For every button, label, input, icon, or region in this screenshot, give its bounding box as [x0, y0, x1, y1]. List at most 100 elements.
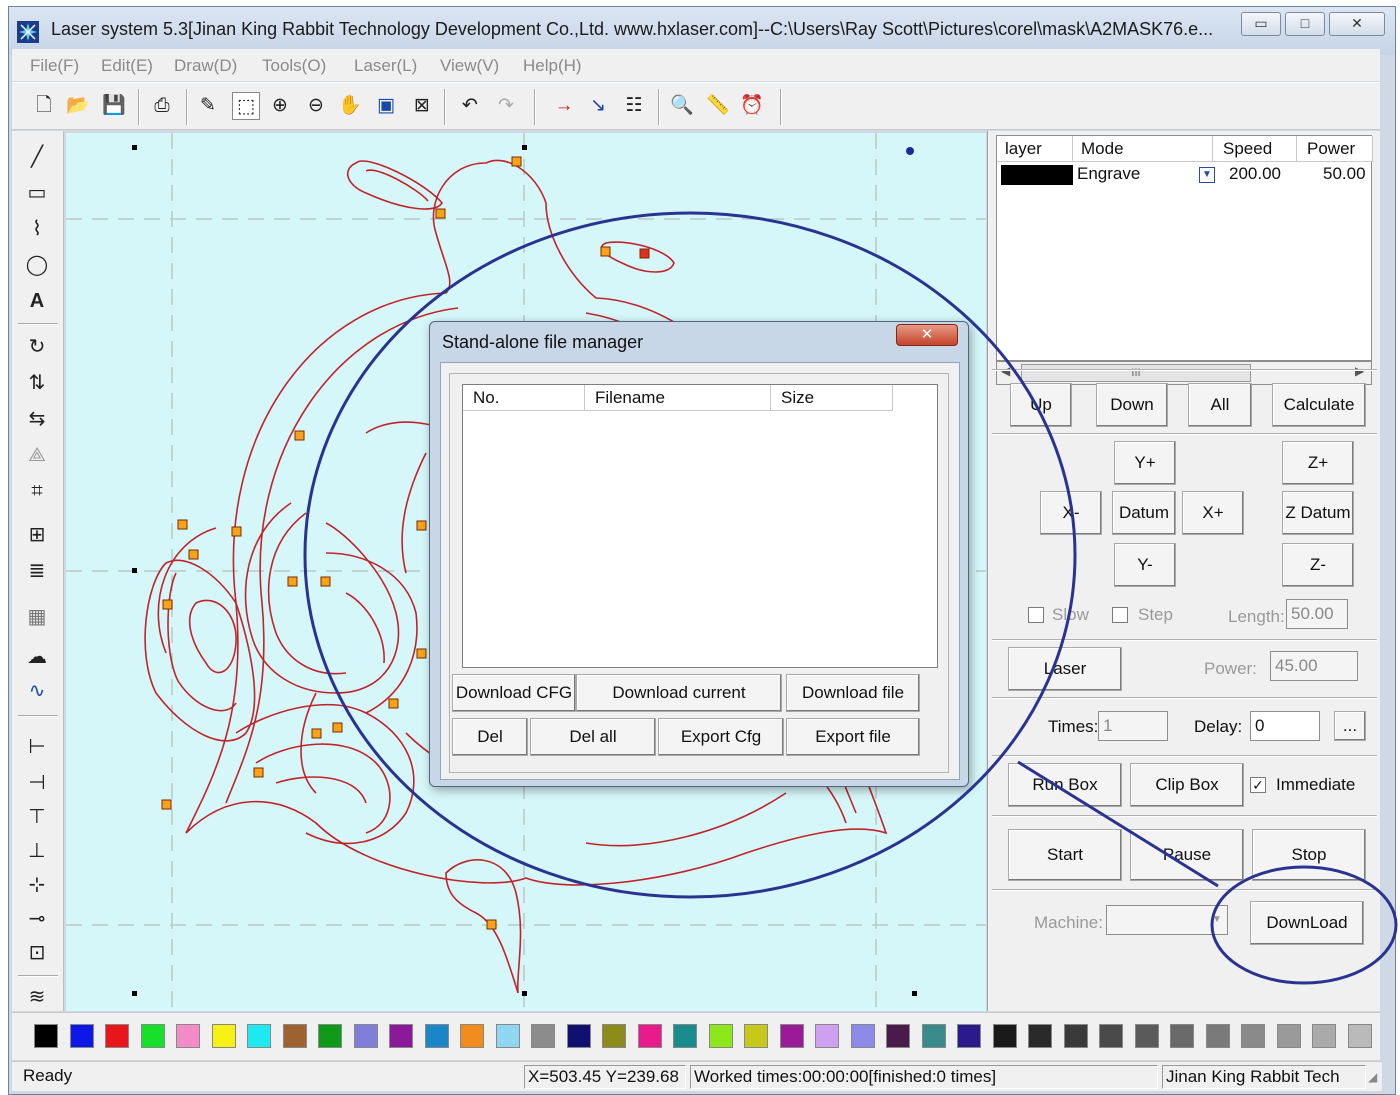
import-icon[interactable]: ⎙ [148, 92, 176, 120]
ellipse-tool-icon[interactable]: ◯ [22, 251, 52, 279]
align-text-icon[interactable]: ≣ [22, 557, 52, 585]
color-swatch[interactable] [211, 1024, 236, 1048]
menu-help[interactable]: Help(H) [523, 56, 582, 76]
minimize-button[interactable]: ▭ [1241, 12, 1281, 36]
menu-view[interactable]: View(V) [440, 56, 499, 76]
mirror-horizontal-icon[interactable]: ⇆ [22, 405, 52, 433]
delay-more-button[interactable]: ... [1334, 711, 1366, 741]
speed-column-header[interactable]: Speed [1213, 136, 1297, 162]
color-swatch[interactable] [176, 1024, 200, 1048]
file-list[interactable]: No. Filename Size [462, 384, 938, 668]
color-swatch[interactable] [247, 1024, 271, 1048]
color-swatch[interactable] [105, 1024, 129, 1048]
calculate-button[interactable]: Calculate [1272, 383, 1366, 427]
color-swatch[interactable] [566, 1024, 591, 1048]
ruler-icon[interactable]: 📏 [704, 92, 732, 120]
power-input[interactable]: 45.00 [1270, 651, 1358, 681]
node-edit-icon[interactable]: ⟁ [22, 441, 52, 469]
color-swatch[interactable] [957, 1024, 981, 1048]
center-horizontal-icon[interactable]: ⊸ [22, 905, 52, 933]
color-swatch[interactable] [1241, 1024, 1265, 1048]
color-swatch[interactable] [1312, 1024, 1336, 1048]
x-plus-button[interactable]: X+ [1182, 491, 1244, 535]
layer-row[interactable]: Engrave ▼ 200.00 50.00 [997, 163, 1373, 187]
stop-button[interactable]: Stop [1252, 829, 1366, 881]
scroll-right-icon[interactable]: ▶ [1355, 364, 1364, 378]
rotate-icon[interactable]: ↻ [22, 333, 52, 361]
layer-column-header[interactable]: layer [997, 136, 1073, 162]
download-current-button[interactable]: Download current [576, 674, 782, 712]
color-swatch[interactable] [886, 1024, 910, 1048]
color-swatch[interactable] [637, 1024, 662, 1048]
color-swatch[interactable] [495, 1024, 520, 1048]
color-swatch[interactable] [1347, 1024, 1372, 1048]
x-minus-button[interactable]: X- [1040, 491, 1102, 535]
center-vertical-icon[interactable]: ⊹ [22, 871, 52, 899]
color-swatch[interactable] [708, 1024, 733, 1048]
resize-grip-icon[interactable]: ◢ [1368, 1070, 1377, 1084]
color-swatch[interactable] [921, 1024, 946, 1048]
menu-tools[interactable]: Tools(O) [262, 56, 326, 76]
immediate-checkbox[interactable]: ✓ [1250, 777, 1266, 793]
color-swatch[interactable] [353, 1024, 378, 1048]
color-swatch[interactable] [1205, 1024, 1230, 1048]
step-checkbox[interactable] [1112, 607, 1128, 623]
color-swatch[interactable] [282, 1024, 307, 1048]
y-minus-button[interactable]: Y- [1114, 543, 1176, 587]
export-file-button[interactable]: Export file [786, 718, 920, 756]
no-column-header[interactable]: No. [463, 385, 585, 411]
align-bottom-icon[interactable]: ⊥ [22, 837, 52, 865]
zoom-fit-icon[interactable]: ⊠ [408, 92, 436, 120]
align-left-icon[interactable]: ⊢ [22, 733, 52, 761]
layer-table[interactable]: layer Mode Speed Power Engrave ▼ 200.00 … [996, 135, 1373, 361]
color-swatch[interactable] [1276, 1024, 1301, 1048]
undo-icon[interactable]: ↶ [456, 92, 484, 120]
mode-column-header[interactable]: Mode [1073, 136, 1213, 162]
run-box-button[interactable]: Run Box [1008, 763, 1122, 807]
color-swatch[interactable] [779, 1024, 804, 1048]
color-swatch[interactable] [34, 1024, 58, 1048]
crop-icon[interactable]: ⌗ [22, 477, 52, 505]
power-column-header[interactable]: Power [1297, 136, 1373, 162]
color-swatch[interactable] [69, 1024, 94, 1048]
pause-button[interactable]: Pause [1130, 829, 1244, 881]
z-plus-button[interactable]: Z+ [1282, 441, 1354, 485]
curve-icon[interactable]: ∿ [22, 677, 52, 705]
layer-up-button[interactable]: Up [1010, 383, 1072, 427]
mode-dropdown-icon[interactable]: ▼ [1199, 167, 1215, 183]
fill-icon[interactable]: ▦ [22, 603, 52, 631]
preview-icon[interactable]: 🔍 [668, 92, 696, 120]
text-tool-icon[interactable]: A [22, 287, 52, 315]
datum-button[interactable]: Datum [1112, 491, 1176, 535]
zoom-in-icon[interactable]: ⊕ [266, 92, 294, 120]
laser-direction-icon[interactable]: → [550, 92, 578, 120]
color-swatch[interactable] [850, 1024, 875, 1048]
color-swatch[interactable] [744, 1024, 768, 1048]
color-swatch[interactable] [1099, 1024, 1123, 1048]
cloud-icon[interactable]: ☁ [22, 643, 52, 671]
color-swatch[interactable] [1028, 1024, 1052, 1048]
save-icon[interactable]: 💾 [100, 92, 128, 120]
color-swatch[interactable] [424, 1024, 449, 1048]
menu-file[interactable]: File(F) [30, 56, 79, 76]
open-folder-icon[interactable]: 📂 [64, 92, 92, 120]
select-pointer-icon[interactable]: ⬚ [232, 92, 260, 120]
polyline-tool-icon[interactable]: ⌇ [22, 215, 52, 243]
laser-button[interactable]: Laser [1008, 647, 1122, 691]
download-button[interactable]: DownLoad [1250, 901, 1364, 945]
clip-box-button[interactable]: Clip Box [1130, 763, 1244, 807]
color-swatch[interactable] [460, 1024, 484, 1048]
size-column-header[interactable]: Size [771, 385, 893, 411]
layer-down-button[interactable]: Down [1096, 383, 1168, 427]
line-tool-icon[interactable]: ╱ [22, 143, 52, 171]
list-icon[interactable]: ☷ [620, 92, 648, 120]
maximize-button[interactable]: □ [1285, 12, 1325, 36]
pen-icon[interactable]: ✎ [194, 92, 222, 120]
z-datum-button[interactable]: Z Datum [1282, 491, 1354, 535]
pan-hand-icon[interactable]: ✋ [336, 92, 364, 120]
page-view-icon[interactable]: ▣ [372, 92, 400, 120]
color-swatch[interactable] [815, 1024, 839, 1048]
scroll-thumb[interactable]: III [1021, 364, 1251, 382]
filename-column-header[interactable]: Filename [585, 385, 771, 411]
download-file-button[interactable]: Download file [786, 674, 920, 712]
